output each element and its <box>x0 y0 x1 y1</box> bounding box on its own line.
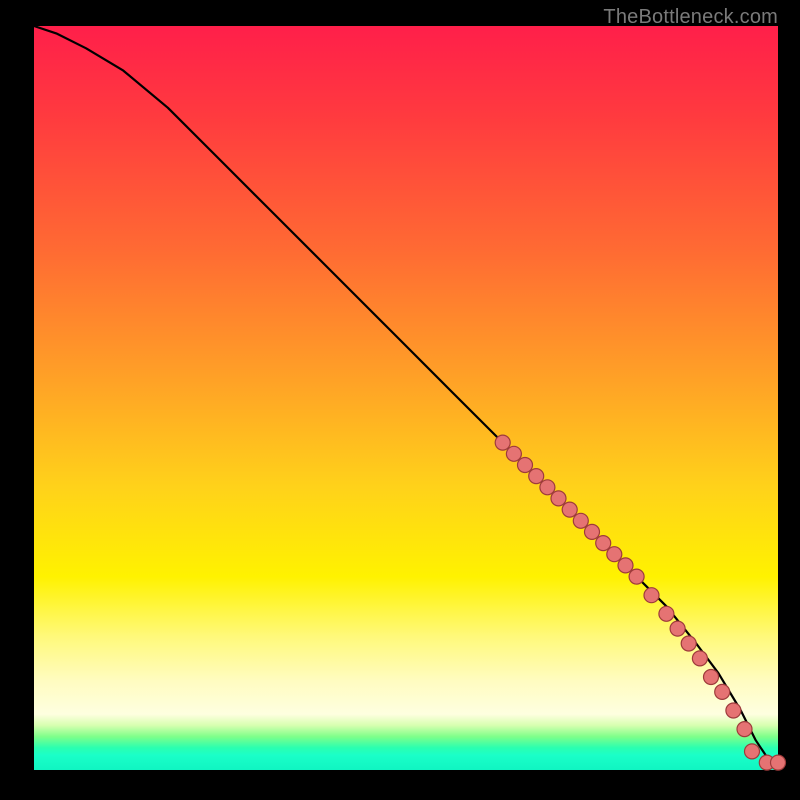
chart-frame: TheBottleneck.com <box>0 0 800 800</box>
data-point <box>607 547 622 562</box>
data-point <box>670 621 685 636</box>
chart-overlay <box>34 26 778 770</box>
data-point <box>618 558 633 573</box>
data-point <box>726 703 741 718</box>
data-point <box>529 469 544 484</box>
data-point <box>540 480 555 495</box>
data-point <box>644 588 659 603</box>
data-point <box>506 446 521 461</box>
data-point <box>596 536 611 551</box>
data-point <box>562 502 577 517</box>
curve-line <box>34 26 778 763</box>
data-point <box>551 491 566 506</box>
data-point <box>585 524 600 539</box>
attribution-text: TheBottleneck.com <box>603 6 778 29</box>
data-point <box>704 670 719 685</box>
data-point <box>659 606 674 621</box>
data-point <box>737 722 752 737</box>
data-point <box>573 513 588 528</box>
data-point <box>745 744 760 759</box>
plot-area <box>34 26 778 770</box>
data-point <box>771 755 786 770</box>
data-point <box>518 458 533 473</box>
data-point <box>495 435 510 450</box>
data-point <box>681 636 696 651</box>
data-points <box>495 435 785 770</box>
data-point <box>629 569 644 584</box>
data-point <box>715 684 730 699</box>
data-point <box>692 651 707 666</box>
